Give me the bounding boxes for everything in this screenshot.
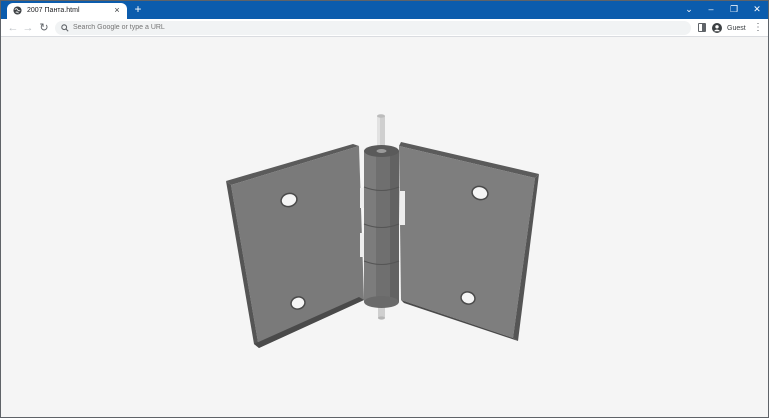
tab-strip: 2007 Панта.html × + ⌄ – ❐ ✕	[1, 1, 768, 19]
address-input[interactable]	[73, 22, 673, 34]
tab-close-button[interactable]: ×	[112, 5, 122, 16]
right-hinge-leaf	[399, 142, 539, 341]
globe-icon	[13, 6, 22, 15]
tab-active[interactable]: 2007 Панта.html ×	[7, 3, 127, 19]
left-hinge-leaf	[226, 144, 366, 348]
menu-button[interactable]: ⋮	[753, 21, 763, 35]
minimize-button[interactable]: –	[700, 1, 722, 19]
address-bar[interactable]	[55, 21, 691, 35]
avatar-icon	[712, 23, 722, 33]
tab-title: 2007 Панта.html	[27, 7, 80, 14]
search-icon	[61, 24, 69, 32]
reload-button[interactable]: ↻	[37, 21, 51, 35]
browser-toolbar: ← → ↻ Guest ⋮	[1, 19, 768, 37]
forward-button[interactable]: →	[21, 21, 35, 35]
back-button[interactable]: ←	[6, 21, 20, 35]
new-tab-button[interactable]: +	[132, 3, 144, 16]
close-window-button[interactable]: ✕	[746, 1, 768, 19]
hinge-3d-model[interactable]	[1, 38, 768, 417]
side-panel-icon[interactable]	[698, 23, 706, 32]
hinge-knuckles	[363, 145, 400, 308]
profile-button[interactable]: Guest	[712, 21, 746, 35]
restore-button[interactable]: ❐	[723, 1, 745, 19]
tab-search-button[interactable]: ⌄	[678, 1, 700, 19]
browser-window: 2007 Панта.html × + ⌄ – ❐ ✕ ← → ↻ Guest	[0, 0, 769, 418]
profile-label: Guest	[727, 24, 746, 32]
page-viewport	[1, 38, 768, 417]
